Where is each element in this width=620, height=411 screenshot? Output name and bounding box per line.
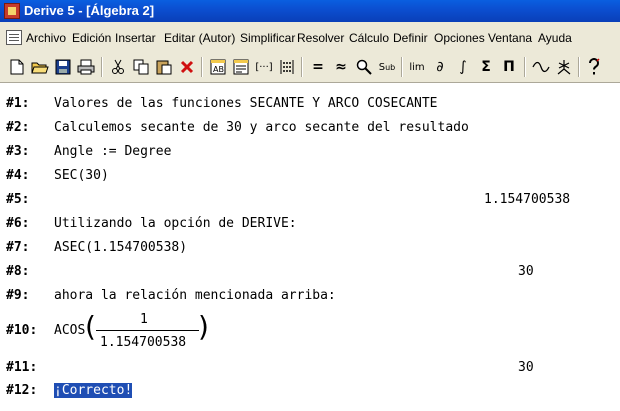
expression-text[interactable]: Utilizando la opción de DERIVE:	[54, 216, 297, 231]
selected-expression[interactable]: ¡Correcto!	[54, 383, 133, 398]
result-value[interactable]: 1.154700538	[484, 192, 570, 207]
expression-text[interactable]: Angle := Degree	[54, 144, 171, 159]
toolbar-separator	[578, 57, 580, 77]
product-icon[interactable]: Π	[498, 56, 520, 78]
author-text-icon[interactable]: AB	[207, 56, 229, 78]
menu-definir[interactable]: Definir	[393, 31, 428, 45]
document-menu-icon[interactable]	[6, 30, 22, 45]
result-value[interactable]: 30	[518, 264, 534, 279]
sum-icon[interactable]: Σ	[475, 56, 497, 78]
simplify-equals-icon[interactable]: =	[307, 56, 329, 78]
plot-2d-icon[interactable]	[530, 56, 552, 78]
title-bar[interactable]: Derive 5 - [Álgebra 2]	[0, 0, 620, 22]
right-paren: )	[198, 310, 209, 343]
paste-icon[interactable]	[153, 56, 175, 78]
delete-icon[interactable]	[176, 56, 198, 78]
line-label: #6:	[6, 216, 30, 231]
line-label: #10:	[6, 323, 38, 338]
substitute-icon[interactable]: Sub	[376, 56, 398, 78]
line-label: #1:	[6, 96, 30, 111]
author-note-icon[interactable]	[230, 56, 252, 78]
solve-zoom-icon[interactable]	[353, 56, 375, 78]
line-label: #9:	[6, 288, 30, 303]
result-value[interactable]: 30	[518, 360, 534, 375]
expression-text[interactable]: ahora la relación mencionada arriba:	[54, 288, 336, 303]
left-paren: (	[85, 310, 96, 343]
menu-simplificar[interactable]: Simplificar	[240, 31, 295, 45]
print-icon[interactable]	[75, 56, 97, 78]
line-label: #4:	[6, 168, 30, 183]
help-icon[interactable]	[583, 56, 605, 78]
menu-calculo[interactable]: Cálculo	[349, 31, 389, 45]
derivative-icon[interactable]: ∂	[429, 56, 451, 78]
toolbar-separator	[401, 57, 403, 77]
toolbar-separator	[201, 57, 203, 77]
menu-opciones[interactable]: Opciones	[434, 31, 485, 45]
fraction-bar	[96, 330, 199, 331]
line-label: #2:	[6, 120, 30, 135]
expression-text[interactable]: Valores de las funciones SECANTE Y ARCO …	[54, 96, 438, 111]
save-icon[interactable]	[52, 56, 74, 78]
cut-icon[interactable]	[107, 56, 129, 78]
toolbar: AB [···] = ≈ Sub lim ∂ ∫ Σ Π	[0, 52, 620, 83]
menu-resolver[interactable]: Resolver	[297, 31, 344, 45]
open-folder-icon[interactable]	[29, 56, 51, 78]
expression-text[interactable]: ASEC(1.154700538)	[54, 240, 187, 255]
function-name: ACOS	[54, 323, 86, 338]
toolbar-separator	[524, 57, 526, 77]
window-title: Derive 5 - [Álgebra 2]	[24, 3, 155, 18]
menu-ayuda[interactable]: Ayuda	[538, 31, 572, 45]
menu-edicion[interactable]: Edición	[72, 31, 111, 45]
fraction-denominator: 1.154700538	[100, 335, 187, 350]
fraction-numerator: 1	[140, 312, 148, 327]
expression-text[interactable]: SEC(30)	[54, 168, 109, 183]
line-label: #5:	[6, 192, 30, 207]
line-label: #12:	[6, 383, 38, 398]
plot-3d-icon[interactable]	[553, 56, 575, 78]
approximate-icon[interactable]: ≈	[330, 56, 352, 78]
line-label: #7:	[6, 240, 30, 255]
toolbar-separator	[301, 57, 303, 77]
svg-text:AB: AB	[213, 65, 224, 74]
menu-insertar[interactable]: Insertar	[115, 31, 156, 45]
new-file-icon[interactable]	[6, 56, 28, 78]
menu-ventana[interactable]: Ventana	[488, 31, 532, 45]
menu-bar: Archivo Edición Insertar Editar (Autor) …	[0, 22, 620, 53]
derive-app-icon[interactable]	[4, 3, 20, 19]
copy-icon[interactable]	[130, 56, 152, 78]
author-matrix-icon[interactable]	[276, 56, 298, 78]
line-label: #8:	[6, 264, 30, 279]
algebra-window[interactable]: #1: Valores de las funciones SECANTE Y A…	[0, 83, 620, 411]
line-label: #11:	[6, 360, 38, 375]
menu-archivo[interactable]: Archivo	[26, 31, 66, 45]
author-vector-icon[interactable]: [···]	[253, 56, 275, 78]
line-label: #3:	[6, 144, 30, 159]
integral-icon[interactable]: ∫	[452, 56, 474, 78]
expression-text[interactable]: Calculemos secante de 30 y arco secante …	[54, 120, 469, 135]
menu-editar-autor[interactable]: Editar (Autor)	[164, 31, 235, 45]
toolbar-separator	[101, 57, 103, 77]
limit-icon[interactable]: lim	[406, 56, 428, 78]
